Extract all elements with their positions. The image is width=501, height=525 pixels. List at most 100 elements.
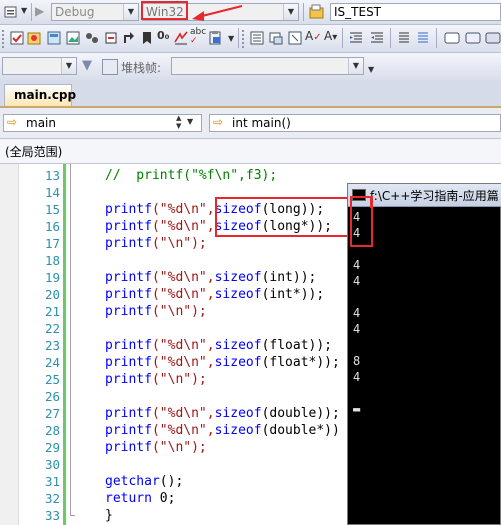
code-token: sizeof xyxy=(214,355,262,370)
line-number: 19 xyxy=(44,270,60,285)
code-token: ("%d\n", xyxy=(151,406,215,421)
code-token: printf xyxy=(105,406,152,421)
code-token: (int)); xyxy=(261,270,317,285)
variable-icon[interactable]: 0₀ xyxy=(157,29,169,42)
code-token: printf xyxy=(105,440,152,455)
console-line: 4 xyxy=(353,370,361,384)
config-value: Debug xyxy=(55,5,95,19)
object-browser-icon[interactable] xyxy=(84,30,100,46)
config-select[interactable]: Debug ▼ xyxy=(51,3,139,21)
separator xyxy=(31,3,32,21)
find-in-files-icon[interactable] xyxy=(309,4,325,20)
toolbar-standard: ▼ ▶ Debug ▼ Win32 ▼ IS_TEST xyxy=(0,0,501,25)
change-bar xyxy=(63,164,66,525)
line-number: 24 xyxy=(44,355,60,370)
outline-end xyxy=(70,515,75,516)
quick-info-icon[interactable] xyxy=(287,30,303,46)
line-number: 26 xyxy=(44,389,60,404)
line-number: 21 xyxy=(44,304,60,319)
scope-arrow-icon: ⇨ xyxy=(7,115,18,129)
code-token: sizeof xyxy=(214,270,262,285)
comment-icon[interactable] xyxy=(396,30,412,46)
code-token: ("\n"); xyxy=(151,236,207,251)
toolbar-tools: 0₀ abc ✓ ▼ A✓ A▾ xyxy=(0,25,501,53)
dropdown-arrow-icon[interactable]: ▼ xyxy=(21,6,27,15)
line-number: 28 xyxy=(44,423,60,438)
indent-icon[interactable] xyxy=(348,30,364,46)
properties-icon[interactable] xyxy=(9,30,25,46)
code-token: (int*)); xyxy=(261,287,325,302)
console-line: 4 xyxy=(353,274,361,288)
scope-select[interactable]: ⇨ main ▲ ▼ ▼ xyxy=(3,114,202,132)
class-wizard-icon[interactable] xyxy=(26,30,42,46)
code-token: ("\n"); xyxy=(151,372,207,387)
function-value: int main() xyxy=(232,116,291,130)
function-arrow-icon: ⇨ xyxy=(213,115,224,129)
line-number: 23 xyxy=(44,338,60,353)
console-title: f:\C++学习指南-应用篇 xyxy=(370,189,499,203)
toolbar-debug-location: ▼ ▼ 堆栈帧: ▼ ▼ xyxy=(0,53,501,81)
outdent-icon[interactable] xyxy=(369,30,385,46)
spell-check-icon[interactable]: abc ✓ xyxy=(190,28,206,46)
code-token: printf xyxy=(105,372,152,387)
highlight-connector xyxy=(370,196,371,208)
code-line: printf("%d\n",sizeof(double)); xyxy=(105,406,340,421)
build-icon[interactable] xyxy=(3,4,19,20)
scope-value: main xyxy=(26,116,56,130)
code-line: printf("%d\n",sizeof(int*)); xyxy=(105,287,324,302)
list-members-icon[interactable] xyxy=(249,30,265,46)
window-icon-2[interactable] xyxy=(465,30,481,46)
filter-icon[interactable]: ▼ xyxy=(82,58,92,73)
code-token: ("%d\n", xyxy=(151,355,215,370)
code-token: ("%d\n", xyxy=(151,338,215,353)
resolve-icon[interactable] xyxy=(173,30,189,46)
document-tab-strip: main.cpp xyxy=(0,80,501,108)
bookmark-icon[interactable] xyxy=(139,30,155,46)
code-line: printf("\n"); xyxy=(105,304,207,319)
code-token: ("%d\n", xyxy=(151,219,215,234)
separator xyxy=(303,3,304,21)
parameter-info-icon[interactable] xyxy=(268,30,284,46)
resource-icon[interactable] xyxy=(46,30,62,46)
toggle-icon[interactable] xyxy=(121,30,137,46)
start-icon[interactable]: ▶ xyxy=(35,4,44,18)
stack-frame-select[interactable]: ▼ xyxy=(171,57,364,75)
code-line: printf("\n"); xyxy=(105,236,207,251)
function-select[interactable]: ⇨ int main() xyxy=(209,114,501,132)
console-line: ▬ xyxy=(353,402,361,416)
find-combo[interactable]: IS_TEST xyxy=(330,3,501,21)
highlight-box xyxy=(141,1,188,20)
code-line: printf("%d\n",sizeof(int)); xyxy=(105,270,316,285)
window-icon-3[interactable] xyxy=(485,30,501,46)
scope-label: (全局范围) xyxy=(5,145,63,159)
console-line: 4 xyxy=(353,322,361,336)
overflow-chevron-icon[interactable]: ▼ xyxy=(228,34,234,43)
code-token: } xyxy=(105,508,113,523)
code-token: 0; xyxy=(151,491,176,506)
tab-label: main.cpp xyxy=(14,88,77,102)
overflow-chevron-icon[interactable]: ▼ xyxy=(368,65,374,74)
code-token: ("\n"); xyxy=(151,440,207,455)
complete-word-icon[interactable]: A✓ xyxy=(305,29,322,43)
window-icon[interactable] xyxy=(444,30,460,46)
line-number: 25 xyxy=(44,372,60,387)
process-select[interactable]: ▼ xyxy=(2,57,77,75)
code-token: ("\n"); xyxy=(151,304,207,319)
line-number: 32 xyxy=(44,491,60,506)
clipboard-icon[interactable] xyxy=(207,30,223,46)
separator xyxy=(390,28,391,48)
code-token: printf xyxy=(105,270,152,285)
code-line: return 0; xyxy=(105,491,175,506)
complete-word-icon-2[interactable]: A▾ xyxy=(324,29,337,43)
image-icon[interactable] xyxy=(65,30,81,46)
tab-main-cpp[interactable]: main.cpp xyxy=(4,84,76,106)
line-number: 33 xyxy=(44,508,60,523)
code-token: sizeof xyxy=(214,406,262,421)
line-number: 15 xyxy=(44,202,60,217)
code-token: (float*)); xyxy=(261,355,340,370)
line-number: 17 xyxy=(44,236,60,251)
stop-icon[interactable] xyxy=(103,30,119,46)
code-token: sizeof xyxy=(214,287,262,302)
separator xyxy=(342,28,343,48)
uncomment-icon[interactable] xyxy=(415,30,431,46)
